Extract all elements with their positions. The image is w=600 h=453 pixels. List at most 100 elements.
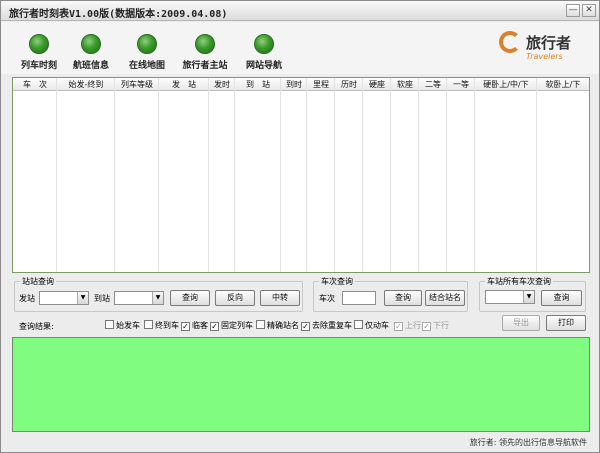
train-query-panel: 车次查询 车次 查询 结合站名 [313,276,468,312]
check-icon: ✓ [301,322,310,331]
chevron-down-icon: ▼ [152,292,163,304]
column-header[interactable]: 里程 [307,79,335,90]
chevron-down-icon: ▼ [523,291,534,303]
toolbar-site-navigation[interactable]: 网站导航 [232,34,296,71]
filter-emu-only-checkbox[interactable]: 仅动车 [354,320,389,331]
check-icon: ✓ [181,322,190,331]
filter-temporary-checkbox[interactable]: ✓ 临客 [181,320,208,331]
checkbox-label: 始发车 [116,321,140,330]
column-header[interactable]: 硬座 [363,79,391,90]
chevron-down-icon: ▼ [77,292,88,304]
column-header[interactable]: 到时 [281,79,307,90]
logo-swirl-icon [499,31,521,53]
column-header[interactable]: 一等 [447,79,475,90]
results-label: 查询结果: [19,322,54,331]
reverse-button[interactable]: 反向 [215,290,255,306]
column-header[interactable]: 硬卧上/中/下 [475,79,537,90]
column-depart-station: 发 站 [159,78,209,272]
transfer-button[interactable]: 中转 [260,290,300,306]
check-icon: ✓ [394,322,403,331]
column-header[interactable]: 发 站 [159,79,209,90]
logo-chinese-text: 旅行者 [526,34,572,52]
column-first-class: 一等 [447,78,475,272]
toolbar-travelers-site[interactable]: 旅行者主站 [173,34,237,71]
station-all-query-panel: 车站所有车次查询 ▼ 查询 [479,276,586,312]
toolbar-label: 在线地图 [128,61,165,71]
panel-legend: 站站查询 [20,276,56,287]
column-header[interactable]: 发时 [209,79,235,90]
check-icon: ✓ [210,322,219,331]
column-soft-sleeper: 软卧上/下 [537,78,589,272]
column-hard-sleeper: 硬卧上/中/下 [475,78,537,272]
station-all-select[interactable]: ▼ [485,290,535,304]
column-second-class: 二等 [419,78,447,272]
green-orb-icon [29,34,49,54]
toolbar-label: 旅行者主站 [182,61,228,71]
window-title: 旅行者时刻表V1.00版(数据版本:2009.04.08) [9,9,228,20]
toolbar-flight-info[interactable]: 航班信息 [59,34,123,71]
green-orb-icon [81,34,101,54]
title-bar: 旅行者时刻表V1.00版(数据版本:2009.04.08) — ✕ [1,1,599,21]
train-no-input[interactable] [342,291,376,305]
footer-text: 旅行者: 领先的出行信息导航软件 [469,438,587,447]
checkbox-label: 固定列车 [221,321,253,330]
toolbar: 列车时刻 航班信息 在线地图 旅行者主站 网站导航 旅行者 Travelers [1,22,599,74]
filter-fixed-checkbox[interactable]: ✓ 固定列车 [210,320,253,331]
toolbar-label: 航班信息 [72,61,109,71]
minimize-button[interactable]: — [566,4,580,17]
toolbar-online-map[interactable]: 在线地图 [115,34,179,71]
column-header[interactable]: 车 次 [13,79,57,90]
column-header[interactable]: 二等 [419,79,447,90]
column-hard-seat: 硬座 [363,78,391,272]
green-orb-icon [195,34,215,54]
train-no-label: 车次 [319,294,335,303]
from-station-select[interactable]: ▼ [39,291,89,305]
filter-origin-checkbox[interactable]: 始发车 [105,320,140,331]
results-area[interactable] [12,337,590,432]
checkbox-label: 终到车 [155,321,179,330]
checkbox-box [105,320,114,329]
export-button[interactable]: 导出 [502,315,540,331]
column-train-class: 列车等级 [115,78,159,272]
column-distance: 里程 [307,78,335,272]
column-depart-time: 发时 [209,78,235,272]
checkbox-box [354,320,363,329]
checkbox-label: 精确站名 [267,321,299,330]
close-button[interactable]: ✕ [582,4,596,17]
checkbox-box [144,320,153,329]
column-arrive-station: 到 站 [235,78,281,272]
column-origin-dest: 始发-终到 [57,78,115,272]
check-icon: ✓ [422,322,431,331]
filter-upbound-checkbox[interactable]: ✓ 上行 [394,320,421,331]
checkbox-label: 去除重复车 [312,321,352,330]
schedule-table[interactable]: 车 次 始发-终到 列车等级 发 站 发时 到 站 到时 里程 历时 硬座 软座… [12,77,590,273]
combine-station-button[interactable]: 结合站名 [425,290,465,306]
station-all-query-button[interactable]: 查询 [541,290,582,306]
filter-dedupe-checkbox[interactable]: ✓ 去除重复车 [301,320,352,331]
station-query-panel: 站站查询 发站 ▼ 到站 ▼ 查询 反向 中转 [14,276,303,312]
to-station-select[interactable]: ▼ [114,291,164,305]
column-train-no: 车 次 [13,78,57,272]
print-button[interactable]: 打印 [546,315,586,331]
to-station-label: 到站 [94,294,110,303]
column-header[interactable]: 列车等级 [115,79,159,90]
green-orb-icon [137,34,157,54]
green-orb-icon [254,34,274,54]
column-duration: 历时 [335,78,363,272]
filter-terminal-checkbox[interactable]: 终到车 [144,320,179,331]
station-query-button[interactable]: 查询 [170,290,210,306]
checkbox-box [256,320,265,329]
column-soft-seat: 软座 [391,78,419,272]
column-header[interactable]: 始发-终到 [57,79,115,90]
panel-legend: 车次查询 [319,276,355,287]
filter-exact-name-checkbox[interactable]: 精确站名 [256,320,299,331]
app-window: 旅行者时刻表V1.00版(数据版本:2009.04.08) — ✕ 列车时刻 航… [0,0,600,453]
filter-downbound-checkbox[interactable]: ✓ 下行 [422,320,449,331]
column-header[interactable]: 软座 [391,79,419,90]
column-header[interactable]: 历时 [335,79,363,90]
column-header[interactable]: 到 站 [235,79,281,90]
column-arrive-time: 到时 [281,78,307,272]
column-header[interactable]: 软卧上/下 [537,79,589,90]
train-query-button[interactable]: 查询 [384,290,422,306]
panel-legend: 车站所有车次查询 [485,276,553,287]
